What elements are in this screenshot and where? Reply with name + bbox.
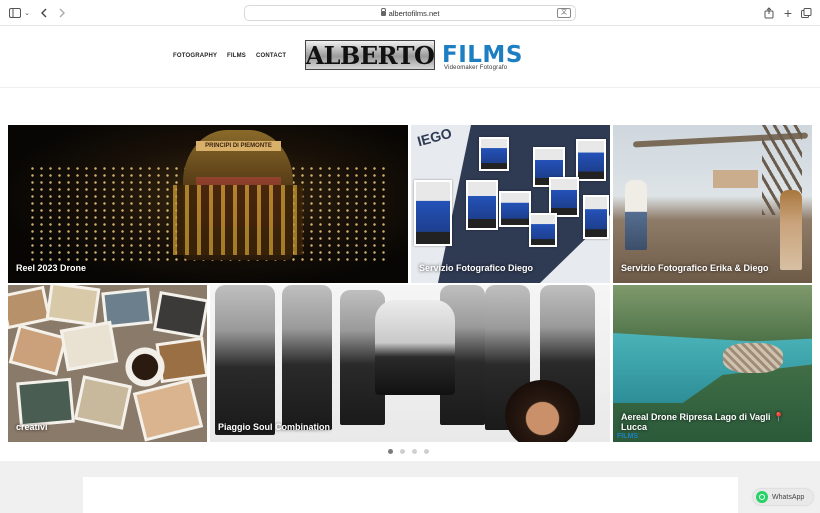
logo-name: ALBERTO [305, 40, 435, 70]
tile-caption: Piaggio Soul Combination [218, 422, 330, 432]
sidebar-toggle-icon[interactable] [8, 4, 22, 22]
whatsapp-label: WhatsApp [772, 493, 805, 501]
translate-icon[interactable]: 文 [557, 8, 571, 18]
footer-area [0, 461, 820, 513]
address-bar[interactable]: albertofilms.net 文 [244, 5, 576, 21]
tile-caption: Aereal Drone Ripresa Lago di Vagli 📍 Luc… [621, 412, 785, 432]
lock-icon [380, 7, 386, 16]
carousel-dot-2[interactable] [400, 449, 405, 454]
gallery-tile-piaggio[interactable]: Piaggio Soul Combination [210, 285, 610, 442]
building-banner-text: PRINCIPI DI PIEMONTE [196, 141, 281, 151]
new-tab-icon[interactable]: + [782, 4, 794, 22]
footer-panel [83, 477, 738, 513]
carousel-dot-3[interactable] [412, 449, 417, 454]
coffee-cup-image [120, 347, 170, 387]
nav-films[interactable]: FILMS [227, 53, 246, 59]
url-text: albertofilms.net [388, 8, 440, 18]
tile-caption: creativi [16, 422, 48, 432]
logo[interactable]: ALBERTO [305, 40, 435, 70]
carousel-dot-4[interactable] [424, 449, 429, 454]
browser-toolbar: ⌄ albertofilms.net 文 + [0, 0, 820, 26]
site-header: FOTOGRAPHY FILMS CONTACT ALBERTO FILMS V… [0, 26, 820, 88]
whatsapp-button[interactable]: WhatsApp [753, 489, 813, 505]
watermark: FILMS [617, 433, 638, 440]
carousel-dots [388, 449, 429, 454]
gallery-tile-erika-diego[interactable]: Servizio Fotografico Erika & Diego [613, 125, 812, 283]
tabs-overview-icon[interactable] [800, 4, 812, 22]
gallery-tile-diego[interactable]: IEGO Servizio Fotografico Diego [411, 125, 610, 283]
whatsapp-icon [756, 491, 768, 503]
tile-caption: Reel 2023 Drone [16, 263, 87, 273]
logo-tagline: Videomaker Fotografo [444, 65, 508, 71]
back-icon[interactable] [38, 4, 50, 22]
tile-caption: Servizio Fotografico Diego [419, 263, 534, 273]
gallery-tile-creativi[interactable]: creativi [8, 285, 207, 442]
chevron-down-icon[interactable]: ⌄ [23, 4, 31, 22]
gallery-tile-reel-2023-drone[interactable]: PRINCIPI DI PIEMONTE Reel 2023 Drone [8, 125, 408, 283]
gallery-tile-lago-di-vagli[interactable]: Aereal Drone Ripresa Lago di Vagli 📍 Luc… [613, 285, 812, 442]
forward-icon[interactable] [56, 4, 68, 22]
nav-contact[interactable]: CONTACT [256, 53, 286, 59]
nav-fotography[interactable]: FOTOGRAPHY [173, 53, 217, 59]
carousel-dot-1[interactable] [388, 449, 393, 454]
tile-caption: Servizio Fotografico Erika & Diego [621, 263, 769, 273]
share-icon[interactable] [763, 4, 775, 22]
